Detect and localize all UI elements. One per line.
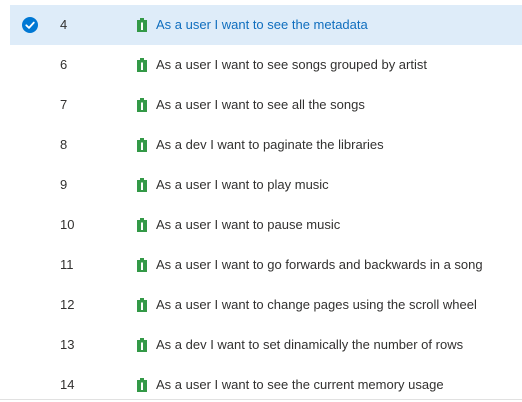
- list-divider: [0, 399, 522, 400]
- user-story-icon: [137, 98, 147, 112]
- user-story-icon: [137, 58, 147, 72]
- work-item-title[interactable]: As a dev I want to paginate the librarie…: [156, 125, 384, 165]
- check-circle-icon[interactable]: [22, 17, 38, 33]
- work-item-id: 9: [60, 177, 68, 192]
- user-story-icon: [137, 258, 147, 272]
- work-item-row[interactable]: 6 As a user I want to see songs grouped …: [10, 45, 522, 85]
- work-item-title[interactable]: As a user I want to see songs grouped by…: [156, 45, 427, 85]
- work-item-id: 11: [60, 257, 74, 272]
- work-item-id: 4: [60, 17, 68, 32]
- user-story-icon: [137, 298, 147, 312]
- work-item-id: 10: [60, 217, 75, 232]
- work-item-title[interactable]: As a user I want to play music: [156, 165, 329, 205]
- work-item-row[interactable]: 8 As a dev I want to paginate the librar…: [10, 125, 522, 165]
- work-item-row[interactable]: 14 As a user I want to see the current m…: [10, 365, 522, 402]
- work-item-list: 4 As a user I want to see the metadata 6…: [0, 0, 522, 402]
- work-item-row[interactable]: 9 As a user I want to play music: [10, 165, 522, 205]
- work-item-title[interactable]: As a user I want to see the current memo…: [156, 365, 444, 402]
- user-story-icon: [137, 138, 147, 152]
- user-story-icon: [137, 218, 147, 232]
- work-item-id: 12: [60, 297, 75, 312]
- work-item-row[interactable]: 7 As a user I want to see all the songs: [10, 85, 522, 125]
- user-story-icon: [137, 18, 147, 32]
- work-item-row[interactable]: 12 As a user I want to change pages usin…: [10, 285, 522, 325]
- work-item-title[interactable]: As a user I want to go forwards and back…: [156, 245, 483, 285]
- work-item-title[interactable]: As a user I want to see the metadata: [156, 5, 368, 45]
- work-item-id: 6: [60, 57, 68, 72]
- work-item-id: 8: [60, 137, 68, 152]
- user-story-icon: [137, 378, 147, 392]
- work-item-row[interactable]: 10 As a user I want to pause music: [10, 205, 522, 245]
- work-item-id: 13: [60, 337, 75, 352]
- work-item-id: 7: [60, 97, 68, 112]
- work-item-title[interactable]: As a user I want to pause music: [156, 205, 340, 245]
- work-item-row[interactable]: 13 As a dev I want to set dinamically th…: [10, 325, 522, 365]
- user-story-icon: [137, 338, 147, 352]
- work-item-row[interactable]: 11 As a user I want to go forwards and b…: [10, 245, 522, 285]
- work-item-title[interactable]: As a user I want to change pages using t…: [156, 285, 477, 325]
- work-item-id: 14: [60, 377, 75, 392]
- work-item-title[interactable]: As a user I want to see all the songs: [156, 85, 365, 125]
- work-item-row[interactable]: 4 As a user I want to see the metadata: [10, 5, 522, 45]
- work-item-title[interactable]: As a dev I want to set dinamically the n…: [156, 325, 463, 365]
- user-story-icon: [137, 178, 147, 192]
